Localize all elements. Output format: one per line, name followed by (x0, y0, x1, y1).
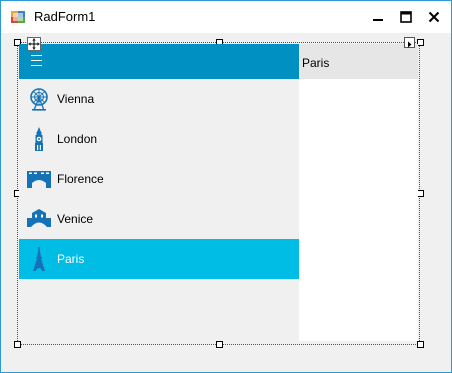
nav-item-label: Florence (57, 172, 104, 186)
nav-item-label: London (57, 132, 98, 146)
navigation-header (19, 44, 299, 79)
nav-item-paris[interactable]: Paris (19, 239, 299, 279)
window-title: RadForm1 (34, 9, 96, 24)
nav-item-florence[interactable]: Florence (19, 159, 299, 199)
resize-handle-bottom[interactable] (216, 341, 223, 348)
content-pane: Paris (299, 44, 418, 341)
maximize-button[interactable] (395, 7, 417, 27)
maximize-icon (400, 11, 412, 23)
resize-handle-bottom-left[interactable] (14, 341, 21, 348)
hamburger-icon[interactable] (31, 55, 42, 67)
close-icon (428, 11, 440, 23)
title-bar[interactable]: RadForm1 (1, 1, 451, 33)
smart-tag-arrow-icon (408, 41, 412, 48)
content-header: Paris (299, 44, 418, 79)
nav-item-venice[interactable]: Venice (19, 199, 299, 239)
nav-item-london[interactable]: London (19, 119, 299, 159)
nav-item-label: Vienna (57, 92, 95, 106)
move-arrows-icon (28, 38, 40, 50)
big-ben-icon (35, 127, 43, 151)
move-handle-icon[interactable] (27, 37, 41, 51)
resize-handle-top-right[interactable] (417, 39, 424, 46)
minimize-icon (373, 19, 383, 21)
resize-handle-right[interactable] (417, 190, 424, 197)
resize-handle-bottom-right[interactable] (417, 341, 424, 348)
nav-item-vienna[interactable]: Vienna (19, 79, 299, 119)
ferris-wheel-icon (30, 88, 48, 111)
nav-item-label: Paris (57, 252, 85, 266)
smart-tag-button[interactable] (404, 37, 415, 48)
content-header-title: Paris (302, 56, 330, 70)
navigation-pane: Vienna London Florence Venice Paris (19, 44, 299, 341)
nav-item-label: Venice (57, 212, 94, 226)
close-button[interactable] (423, 7, 445, 27)
bridge-icon (27, 171, 51, 188)
app-icon (11, 11, 25, 23)
rialto-bridge-icon (27, 209, 51, 227)
eiffel-tower-icon (33, 247, 45, 271)
minimize-button[interactable] (367, 7, 389, 27)
